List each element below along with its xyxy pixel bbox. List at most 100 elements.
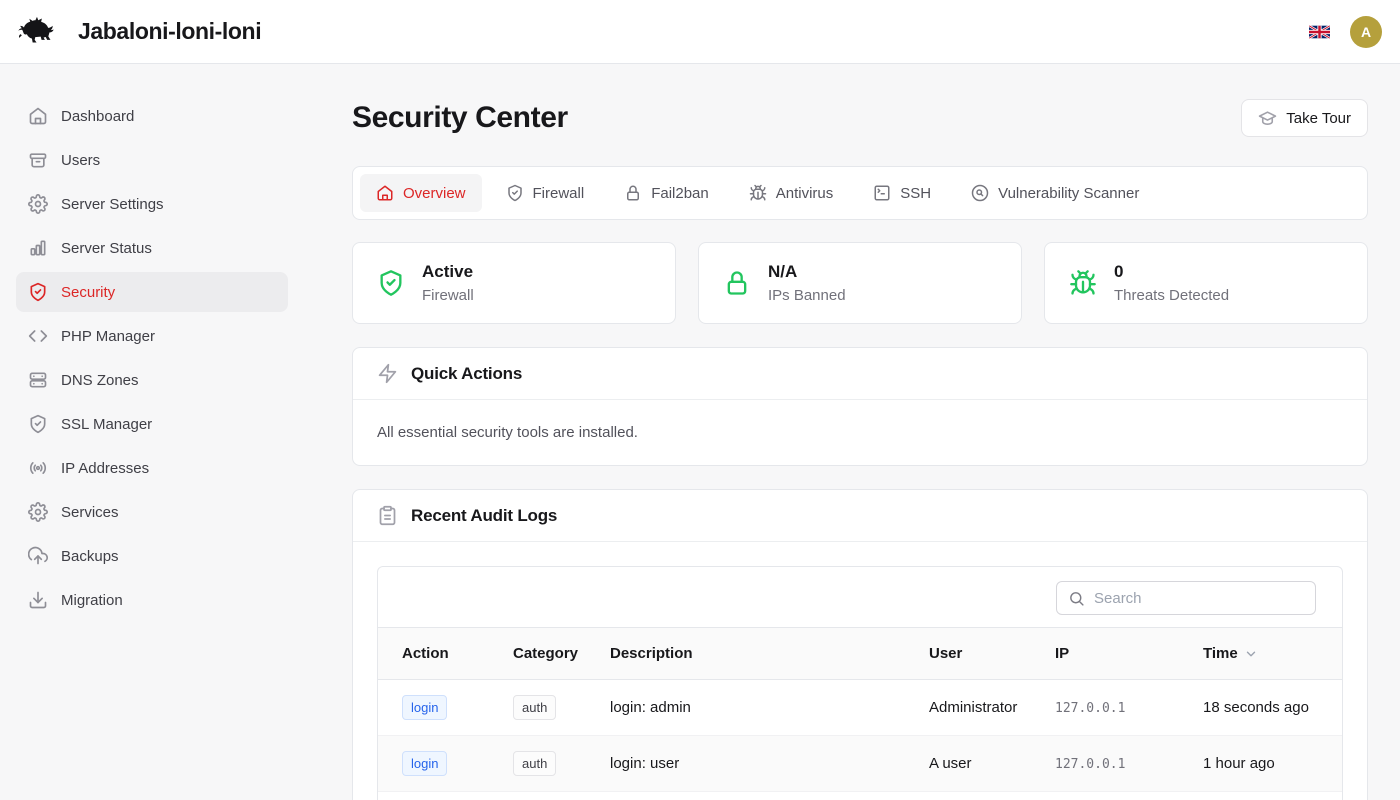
sidebar-item-label: IP Addresses	[61, 460, 149, 477]
home-icon	[28, 106, 48, 126]
archive-icon	[28, 150, 48, 170]
user-cell: Administrator	[929, 680, 1055, 736]
tab-label: Firewall	[533, 185, 585, 202]
table-header-row: Action Category Description User IP Time	[378, 628, 1342, 680]
description-cell: login: admin	[610, 680, 929, 736]
shield-check-icon	[377, 269, 405, 297]
cloud-upload-icon	[28, 546, 48, 566]
tab-vulnerability-scanner[interactable]: Vulnerability Scanner	[955, 174, 1155, 212]
ip-cell: 127.0.0.1	[1055, 701, 1125, 716]
panel-title: Quick Actions	[411, 364, 522, 384]
avatar[interactable]: A	[1350, 16, 1382, 48]
sidebar: Dashboard Users Server Settings Server S…	[0, 64, 304, 800]
tab-label: Fail2ban	[651, 185, 709, 202]
search-icon	[1068, 590, 1085, 607]
home-icon	[376, 184, 394, 202]
lock-icon	[723, 269, 751, 297]
sidebar-item-label: SSL Manager	[61, 416, 152, 433]
radio-icon	[28, 458, 48, 478]
tab-label: Vulnerability Scanner	[998, 185, 1139, 202]
sidebar-item-label: DNS Zones	[61, 372, 139, 389]
category-badge: auth	[513, 695, 556, 720]
audit-logs-table-container: Action Category Description User IP Time	[377, 566, 1343, 800]
code-icon	[28, 326, 48, 346]
tab-antivirus[interactable]: Antivirus	[733, 174, 850, 212]
sidebar-item-server-status[interactable]: Server Status	[16, 228, 288, 268]
sidebar-item-dashboard[interactable]: Dashboard	[16, 96, 288, 136]
sidebar-item-label: PHP Manager	[61, 328, 155, 345]
sidebar-item-ip-addresses[interactable]: IP Addresses	[16, 448, 288, 488]
tab-firewall[interactable]: Firewall	[490, 174, 601, 212]
language-flag-button[interactable]	[1307, 23, 1332, 41]
sidebar-item-label: Services	[61, 504, 119, 521]
boar-logo-icon	[18, 15, 64, 49]
main-content: Security Center Take Tour Overview Firew…	[304, 64, 1400, 800]
column-header-description[interactable]: Description	[610, 628, 929, 680]
table-row: login auth login: user A user 127.0.0.1 …	[378, 736, 1342, 792]
graduation-cap-icon	[1258, 109, 1277, 128]
bug-icon	[1069, 269, 1097, 297]
sidebar-item-users[interactable]: Users	[16, 140, 288, 180]
firewall-status-card: Active Firewall	[352, 242, 676, 324]
shield-check-icon	[28, 414, 48, 434]
bar-chart-icon	[28, 238, 48, 258]
user-cell: A user	[929, 736, 1055, 792]
column-header-ip[interactable]: IP	[1055, 628, 1203, 680]
search-input[interactable]	[1094, 590, 1304, 607]
bug-icon	[749, 184, 767, 202]
quick-actions-panel: Quick Actions All essential security too…	[352, 347, 1368, 466]
lock-icon	[624, 184, 642, 202]
column-header-time[interactable]: Time	[1203, 628, 1342, 680]
lightning-icon	[377, 363, 398, 384]
search-circle-icon	[971, 184, 989, 202]
clipboard-icon	[377, 505, 398, 526]
column-header-action[interactable]: Action	[378, 628, 513, 680]
avatar-initial: A	[1361, 24, 1371, 40]
sidebar-item-migration[interactable]: Migration	[16, 580, 288, 620]
panel-title: Recent Audit Logs	[411, 506, 557, 526]
time-cell: 18 seconds ago	[1203, 680, 1342, 736]
search-box	[1056, 581, 1316, 615]
table-row-partial	[378, 792, 1342, 800]
gear-icon	[28, 502, 48, 522]
sidebar-item-label: Server Settings	[61, 196, 164, 213]
quick-actions-message: All essential security tools are install…	[377, 424, 1343, 441]
stat-value: Active	[422, 262, 474, 282]
sidebar-item-php-manager[interactable]: PHP Manager	[16, 316, 288, 356]
sidebar-item-label: Security	[61, 284, 115, 301]
tab-label: Overview	[403, 185, 466, 202]
sidebar-item-label: Users	[61, 152, 100, 169]
sidebar-item-dns-zones[interactable]: DNS Zones	[16, 360, 288, 400]
audit-logs-panel: Recent Audit Logs	[352, 489, 1368, 800]
sidebar-item-label: Server Status	[61, 240, 152, 257]
terminal-icon	[873, 184, 891, 202]
time-cell: 1 hour ago	[1203, 736, 1342, 792]
tab-label: Antivirus	[776, 185, 834, 202]
sidebar-item-services[interactable]: Services	[16, 492, 288, 532]
uk-flag-icon	[1309, 25, 1330, 39]
download-icon	[28, 590, 48, 610]
column-header-category[interactable]: Category	[513, 628, 610, 680]
sidebar-item-ssl-manager[interactable]: SSL Manager	[16, 404, 288, 444]
stat-label: IPs Banned	[768, 287, 846, 304]
sidebar-item-security[interactable]: Security	[16, 272, 288, 312]
action-badge: login	[402, 695, 447, 720]
threats-detected-card: 0 Threats Detected	[1044, 242, 1368, 324]
sidebar-item-backups[interactable]: Backups	[16, 536, 288, 576]
tab-ssh[interactable]: SSH	[857, 174, 947, 212]
take-tour-button[interactable]: Take Tour	[1241, 99, 1368, 137]
ip-cell: 127.0.0.1	[1055, 757, 1125, 772]
take-tour-label: Take Tour	[1286, 110, 1351, 127]
stat-label: Firewall	[422, 287, 474, 304]
stat-label: Threats Detected	[1114, 287, 1229, 304]
page-title: Security Center	[352, 101, 568, 135]
sidebar-item-server-settings[interactable]: Server Settings	[16, 184, 288, 224]
tab-fail2ban[interactable]: Fail2ban	[608, 174, 725, 212]
sidebar-item-label: Dashboard	[61, 108, 134, 125]
sidebar-item-label: Migration	[61, 592, 123, 609]
ips-banned-card: N/A IPs Banned	[698, 242, 1022, 324]
sidebar-item-label: Backups	[61, 548, 119, 565]
tab-overview[interactable]: Overview	[360, 174, 482, 212]
column-header-user[interactable]: User	[929, 628, 1055, 680]
chevron-down-icon	[1244, 647, 1258, 661]
